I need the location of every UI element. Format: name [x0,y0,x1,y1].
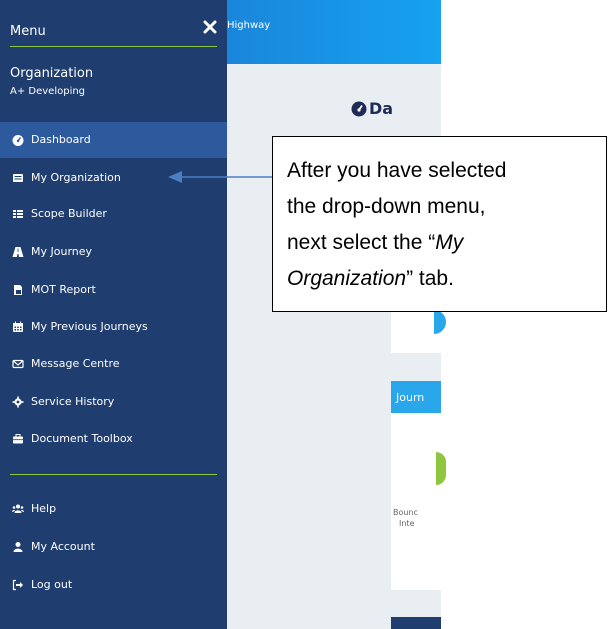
dashboard-icon [12,134,24,146]
menu-title: Menu [10,24,46,39]
callout-line-1: After you have selected [287,159,507,182]
list-icon [12,172,24,184]
sidebar-item-message-centre[interactable]: Message Centre [0,346,227,382]
callout-line-2: the drop-down menu, [287,195,486,218]
users-icon [12,503,24,515]
card-caption-line1: Bounc [393,508,418,517]
sidebar-item-label: My Journey [31,245,93,258]
sidebar-item-document-toolbox[interactable]: Document Toolbox [0,421,227,457]
sidebar-item-label: Service History [31,395,115,408]
page-title: Da [369,99,394,118]
sidebar-item-my-journey[interactable]: My Journey [0,234,227,270]
journey-card-title: Journ [396,391,425,404]
top-bar: Highway [227,0,441,64]
envelope-icon [12,358,24,370]
sidebar: Menu Organization A+ Developing Dashboar… [0,0,227,629]
sidebar-item-label: Scope Builder [31,207,107,220]
top-bar-text: Highway [227,20,271,31]
sidebar-item-label: Document Toolbox [31,432,133,445]
callout-text: After you have selected the drop-down me… [287,153,592,297]
journey-card: Journ Bounc Inte [391,381,441,590]
status-circle [436,452,446,485]
organization-name: A+ Developing [10,86,86,97]
callout-line-4-suffix: ” tab. [406,267,454,290]
sidebar-item-log-out[interactable]: Log out [0,567,227,603]
sidebar-item-my-account[interactable]: My Account [0,529,227,565]
briefcase-icon [12,433,24,445]
sidebar-item-label: My Previous Journeys [31,320,148,333]
bottom-panel-strip [391,617,441,629]
sidebar-item-dashboard[interactable]: Dashboard [0,122,227,158]
logout-icon [12,579,24,591]
instruction-callout: After you have selected the drop-down me… [272,136,607,312]
road-icon [12,246,24,258]
sidebar-item-service-history[interactable]: Service History [0,384,227,420]
organization-label: Organization [10,66,94,81]
calendar-icon [12,321,24,333]
divider-bottom [10,474,217,475]
sidebar-item-help[interactable]: Help [0,491,227,527]
report-icon [12,284,24,296]
card-caption-line2: Inte [399,519,415,528]
sidebar-item-label: Message Centre [31,357,120,370]
sidebar-header: Menu [0,0,227,64]
callout-line-4-italic: Organization [287,267,407,290]
divider-top [10,46,217,47]
sidebar-item-mot-report[interactable]: MOT Report [0,272,227,308]
callout-line-3-prefix: next select the “ [287,231,436,254]
table-icon [12,208,24,220]
sidebar-item-label: My Account [31,540,95,553]
journey-card-header: Journ [391,381,441,413]
user-icon [12,541,24,553]
sidebar-item-my-previous-journeys[interactable]: My Previous Journeys [0,309,227,345]
sidebar-item-scope-builder[interactable]: Scope Builder [0,196,227,232]
sidebar-item-label: MOT Report [31,283,96,296]
progress-circle [434,310,446,334]
sidebar-item-label: My Organization [31,171,121,184]
dashboard-icon [351,101,367,117]
main-content: Highway Da Journ Bounc Inte [227,0,441,629]
gear-icon [12,396,24,408]
callout-arrow [168,171,272,183]
close-icon[interactable] [203,20,217,34]
sidebar-item-label: Dashboard [31,133,91,146]
callout-line-3-italic: My [435,231,464,254]
sidebar-item-label: Help [31,502,57,515]
sidebar-item-label: Log out [31,578,73,591]
